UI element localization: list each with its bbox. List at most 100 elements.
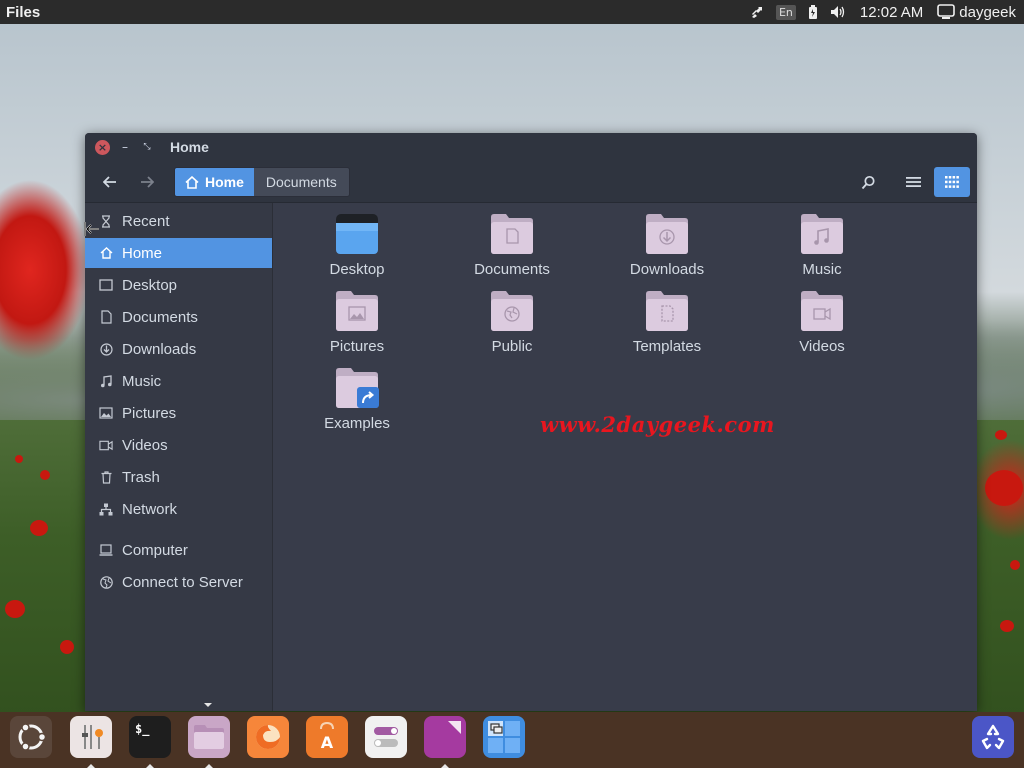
indicator-area: En 12:02 AM daygeek: [744, 0, 1016, 24]
watermark-text: www.2daygeek.com: [540, 412, 775, 437]
active-app-title: Files: [6, 3, 41, 21]
workspace-switcher-icon[interactable]: [483, 716, 525, 758]
firefox-icon[interactable]: [247, 716, 289, 758]
desktop-icon: [99, 278, 113, 292]
grid-view-button[interactable]: [934, 167, 970, 197]
sidebar-item-label: Videos: [122, 436, 168, 454]
tweak-tool-icon[interactable]: [365, 716, 407, 758]
sidebar-item-label: Desktop: [122, 276, 178, 294]
user-name[interactable]: daygeek: [955, 4, 1016, 21]
folder-item-templates[interactable]: Templates: [602, 290, 732, 365]
folder-item-examples[interactable]: Examples: [292, 367, 422, 442]
window-titlebar[interactable]: × – ⤡ Home: [85, 133, 977, 161]
templates-folder-icon: [645, 290, 689, 332]
software-center-icon[interactable]: A: [306, 716, 348, 758]
office-icon[interactable]: [424, 716, 466, 758]
close-window-button[interactable]: ×: [95, 139, 110, 155]
breadcrumb: Home Documents: [174, 167, 350, 197]
sidebar-item-trash[interactable]: Trash: [85, 462, 272, 492]
dock-running-indicator: [87, 764, 95, 768]
document-icon: [99, 310, 113, 324]
folder-label: Examples: [324, 415, 390, 432]
grid-view-icon: [945, 176, 959, 188]
download-icon: [99, 342, 113, 356]
sidebar-item-label: Pictures: [122, 404, 177, 422]
sidebar-item-label: Downloads: [122, 340, 197, 358]
sidebar-item-label: Documents: [122, 308, 198, 326]
arrow-left-icon: [103, 176, 116, 188]
dock-pip: [204, 703, 212, 707]
dock-running-indicator: [146, 764, 154, 768]
network-indicator-icon[interactable]: [744, 0, 770, 24]
sidebar-item-videos[interactable]: Videos: [85, 430, 272, 460]
dock-running-indicator: [205, 764, 213, 768]
minimize-window-button[interactable]: –: [118, 140, 132, 154]
list-view-icon: [905, 177, 921, 187]
clock[interactable]: 12:02 AM: [852, 4, 931, 21]
system-settings-icon[interactable]: [70, 716, 112, 758]
maximize-window-button[interactable]: ⤡: [140, 140, 154, 154]
music-icon: [99, 374, 113, 388]
resize-cursor-icon: [84, 221, 100, 240]
top-panel: Files En 12:02 AM daygeek: [0, 0, 1024, 24]
terminal-icon[interactable]: $_: [129, 716, 171, 758]
examples-link-folder-icon: [335, 367, 379, 409]
back-button[interactable]: [97, 169, 123, 195]
file-view: Desktop Documents Downloads Music Pictur…: [274, 203, 977, 711]
music-folder-icon: [800, 213, 844, 255]
folder-item-pictures[interactable]: Pictures: [292, 290, 422, 365]
list-view-button[interactable]: [900, 169, 926, 195]
svg-text:A: A: [321, 733, 334, 752]
sidebar-item-desktop[interactable]: Desktop: [85, 270, 272, 300]
arrow-right-icon: [141, 176, 154, 188]
videos-folder-icon: [800, 290, 844, 332]
sidebar-item-pictures[interactable]: Pictures: [85, 398, 272, 428]
sidebar-item-label: Connect to Server: [122, 573, 243, 591]
folder-item-downloads[interactable]: Downloads: [602, 213, 732, 288]
desktop-folder-icon: [335, 213, 379, 255]
folder-label: Downloads: [629, 261, 705, 278]
sidebar-item-label: Home: [122, 244, 163, 262]
breadcrumb-home-label: Home: [205, 174, 244, 190]
pictures-folder-icon: [335, 290, 379, 332]
sidebar-item-label: Trash: [122, 468, 160, 486]
folder-item-desktop[interactable]: Desktop: [292, 213, 422, 288]
battery-icon[interactable]: [802, 0, 824, 24]
sidebar-item-computer[interactable]: Computer: [85, 535, 272, 565]
picture-icon: [99, 406, 113, 420]
folder-item-public[interactable]: Public: [447, 290, 577, 365]
search-icon: [861, 175, 875, 189]
ubuntu-logo-icon[interactable]: [10, 716, 52, 758]
video-icon: [99, 438, 113, 452]
folder-item-documents[interactable]: Documents: [447, 213, 577, 288]
file-manager-window: × – ⤡ Home Home Documents Recent Home De…: [85, 133, 977, 711]
breadcrumb-documents[interactable]: Documents: [253, 168, 349, 196]
trash-dock-icon[interactable]: [972, 716, 1014, 758]
public-folder-icon: [490, 290, 534, 332]
window-title: Home: [170, 139, 209, 155]
sidebar-item-recent[interactable]: Recent: [85, 206, 272, 236]
sidebar-item-network[interactable]: Network: [85, 494, 272, 524]
volume-icon[interactable]: [824, 0, 852, 24]
session-user-icon[interactable]: [931, 0, 956, 24]
folder-item-videos[interactable]: Videos: [757, 290, 887, 365]
downloads-folder-icon: [645, 213, 689, 255]
forward-button[interactable]: [134, 169, 160, 195]
home-icon: [185, 175, 199, 189]
search-button[interactable]: [855, 169, 881, 195]
sidebar-item-documents[interactable]: Documents: [85, 302, 272, 332]
folder-item-music[interactable]: Music: [757, 213, 887, 288]
breadcrumb-home[interactable]: Home: [175, 168, 254, 196]
keyboard-layout-indicator[interactable]: En: [770, 0, 802, 24]
folder-label: Desktop: [329, 261, 385, 278]
sidebar-item-music[interactable]: Music: [85, 366, 272, 396]
sidebar-item-connect-to-server[interactable]: Connect to Server: [85, 567, 272, 597]
folder-label: Public: [491, 338, 533, 355]
files-icon[interactable]: [188, 716, 230, 758]
sidebar-item-label: Music: [122, 372, 162, 390]
clock-icon: [99, 214, 113, 228]
folder-label: Music: [802, 261, 842, 278]
sidebar-item-home[interactable]: Home: [85, 238, 272, 268]
keyboard-layout-label: En: [775, 4, 796, 20]
sidebar-item-downloads[interactable]: Downloads: [85, 334, 272, 364]
